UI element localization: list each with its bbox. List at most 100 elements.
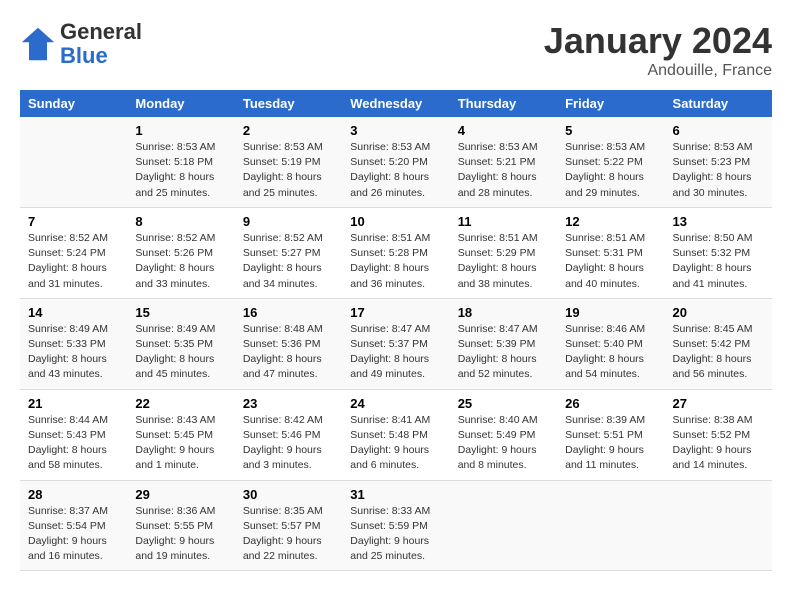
day-cell (557, 480, 664, 571)
column-header-friday: Friday (557, 90, 664, 117)
day-cell: 9Sunrise: 8:52 AM Sunset: 5:27 PM Daylig… (235, 207, 342, 298)
week-row-3: 14 Sunrise: 8:49 AM Sunset: 5:33 PM Dayli… (20, 298, 772, 389)
day-number: 31 (350, 487, 441, 502)
page-header: General Blue January 2024 Andouille, Fra… (20, 20, 772, 80)
day-info: Sunrise: 8:35 AM Sunset: 5:57 PM Dayligh… (243, 504, 334, 565)
day-number: 11 (458, 214, 549, 229)
day-number: 27 (673, 396, 764, 411)
day-number: 16 (243, 305, 334, 320)
day-info: Sunrise: 8:52 AM Sunset: 5:27 PM Dayligh… (243, 231, 334, 292)
day-number: 21 (28, 396, 119, 411)
day-number: 24 (350, 396, 441, 411)
day-number: 3 (350, 123, 441, 138)
day-number: 6 (673, 123, 764, 138)
month-title: January 2024 (544, 20, 772, 62)
day-info: Sunrise: 8:53 AM Sunset: 5:22 PM Dayligh… (565, 140, 656, 201)
week-row-2: 7 Sunrise: 8:52 AM Sunset: 5:24 PM Daylig… (20, 207, 772, 298)
day-info: Sunrise: 8:45 AM Sunset: 5:42 PM Dayligh… (673, 322, 764, 383)
day-cell: 13 Sunrise: 8:50 AM Sunset: 5:32 PM Dayli… (665, 207, 772, 298)
day-cell: 4 Sunrise: 8:53 AM Sunset: 5:21 PM Daylig… (450, 117, 557, 207)
day-info: Sunrise: 8:53 AM Sunset: 5:18 PM Dayligh… (135, 140, 226, 201)
day-info: Sunrise: 8:42 AM Sunset: 5:46 PM Dayligh… (243, 413, 334, 474)
day-info: Sunrise: 8:53 AM Sunset: 5:20 PM Dayligh… (350, 140, 441, 201)
day-info: Sunrise: 8:36 AM Sunset: 5:55 PM Dayligh… (135, 504, 226, 565)
day-cell: 8 Sunrise: 8:52 AM Sunset: 5:26 PM Daylig… (127, 207, 234, 298)
day-number: 4 (458, 123, 549, 138)
day-cell: 29 Sunrise: 8:36 AM Sunset: 5:55 PM Dayli… (127, 480, 234, 571)
day-info: Sunrise: 8:49 AM Sunset: 5:33 PM Dayligh… (28, 322, 119, 383)
day-cell: 1 Sunrise: 8:53 AM Sunset: 5:18 PM Daylig… (127, 117, 234, 207)
day-cell: 3 Sunrise: 8:53 AM Sunset: 5:20 PM Daylig… (342, 117, 449, 207)
day-info: Sunrise: 8:41 AM Sunset: 5:48 PM Dayligh… (350, 413, 441, 474)
day-info: Sunrise: 8:46 AM Sunset: 5:40 PM Dayligh… (565, 322, 656, 383)
day-number: 17 (350, 305, 441, 320)
day-cell (665, 480, 772, 571)
day-number: 10 (350, 214, 441, 229)
day-info: Sunrise: 8:51 AM Sunset: 5:31 PM Dayligh… (565, 231, 656, 292)
day-cell: 12 Sunrise: 8:51 AM Sunset: 5:31 PM Dayli… (557, 207, 664, 298)
day-cell: 28 Sunrise: 8:37 AM Sunset: 5:54 PM Dayli… (20, 480, 127, 571)
day-cell: 15Sunrise: 8:49 AM Sunset: 5:35 PM Dayli… (127, 298, 234, 389)
day-number: 29 (135, 487, 226, 502)
day-cell: 10 Sunrise: 8:51 AM Sunset: 5:28 PM Dayli… (342, 207, 449, 298)
day-number: 25 (458, 396, 549, 411)
logo-blue-text: Blue (60, 43, 108, 68)
logo: General Blue (20, 20, 142, 68)
day-number: 7 (28, 214, 119, 229)
day-cell: 6 Sunrise: 8:53 AM Sunset: 5:23 PM Daylig… (665, 117, 772, 207)
day-number: 15 (135, 305, 226, 320)
day-cell (20, 117, 127, 207)
day-cell: 31 Sunrise: 8:33 AM Sunset: 5:59 PM Dayli… (342, 480, 449, 571)
day-info: Sunrise: 8:43 AM Sunset: 5:45 PM Dayligh… (135, 413, 226, 474)
day-cell: 7 Sunrise: 8:52 AM Sunset: 5:24 PM Daylig… (20, 207, 127, 298)
day-cell (450, 480, 557, 571)
column-header-thursday: Thursday (450, 90, 557, 117)
calendar-table: SundayMondayTuesdayWednesdayThursdayFrid… (20, 90, 772, 571)
day-cell: 26Sunrise: 8:39 AM Sunset: 5:51 PM Dayli… (557, 389, 664, 480)
day-info: Sunrise: 8:52 AM Sunset: 5:26 PM Dayligh… (135, 231, 226, 292)
day-cell: 24 Sunrise: 8:41 AM Sunset: 5:48 PM Dayli… (342, 389, 449, 480)
day-info: Sunrise: 8:52 AM Sunset: 5:24 PM Dayligh… (28, 231, 119, 292)
header-row: SundayMondayTuesdayWednesdayThursdayFrid… (20, 90, 772, 117)
day-info: Sunrise: 8:50 AM Sunset: 5:32 PM Dayligh… (673, 231, 764, 292)
day-cell: 23 Sunrise: 8:42 AM Sunset: 5:46 PM Dayli… (235, 389, 342, 480)
day-number: 13 (673, 214, 764, 229)
day-cell: 14 Sunrise: 8:49 AM Sunset: 5:33 PM Dayli… (20, 298, 127, 389)
day-info: Sunrise: 8:51 AM Sunset: 5:29 PM Dayligh… (458, 231, 549, 292)
logo-general-text: General (60, 19, 142, 44)
day-info: Sunrise: 8:39 AM Sunset: 5:51 PM Dayligh… (565, 413, 656, 474)
day-info: Sunrise: 8:33 AM Sunset: 5:59 PM Dayligh… (350, 504, 441, 565)
logo-icon (20, 26, 56, 62)
calendar-body: 1 Sunrise: 8:53 AM Sunset: 5:18 PM Daylig… (20, 117, 772, 571)
column-header-wednesday: Wednesday (342, 90, 449, 117)
day-number: 5 (565, 123, 656, 138)
day-cell: 20Sunrise: 8:45 AM Sunset: 5:42 PM Dayli… (665, 298, 772, 389)
day-cell: 30 Sunrise: 8:35 AM Sunset: 5:57 PM Dayli… (235, 480, 342, 571)
column-header-monday: Monday (127, 90, 234, 117)
day-number: 1 (135, 123, 226, 138)
day-number: 28 (28, 487, 119, 502)
day-cell: 16Sunrise: 8:48 AM Sunset: 5:36 PM Dayli… (235, 298, 342, 389)
day-info: Sunrise: 8:37 AM Sunset: 5:54 PM Dayligh… (28, 504, 119, 565)
day-info: Sunrise: 8:53 AM Sunset: 5:21 PM Dayligh… (458, 140, 549, 201)
day-info: Sunrise: 8:44 AM Sunset: 5:43 PM Dayligh… (28, 413, 119, 474)
day-number: 19 (565, 305, 656, 320)
day-info: Sunrise: 8:53 AM Sunset: 5:19 PM Dayligh… (243, 140, 334, 201)
day-cell: 11 Sunrise: 8:51 AM Sunset: 5:29 PM Dayli… (450, 207, 557, 298)
column-header-tuesday: Tuesday (235, 90, 342, 117)
day-info: Sunrise: 8:38 AM Sunset: 5:52 PM Dayligh… (673, 413, 764, 474)
column-header-saturday: Saturday (665, 90, 772, 117)
day-cell: 18Sunrise: 8:47 AM Sunset: 5:39 PM Dayli… (450, 298, 557, 389)
day-number: 18 (458, 305, 549, 320)
location: Andouille, France (544, 62, 772, 80)
day-number: 30 (243, 487, 334, 502)
day-number: 23 (243, 396, 334, 411)
week-row-5: 28 Sunrise: 8:37 AM Sunset: 5:54 PM Dayli… (20, 480, 772, 571)
title-section: January 2024 Andouille, France (544, 20, 772, 80)
day-cell: 17Sunrise: 8:47 AM Sunset: 5:37 PM Dayli… (342, 298, 449, 389)
day-number: 12 (565, 214, 656, 229)
day-number: 14 (28, 305, 119, 320)
day-number: 8 (135, 214, 226, 229)
day-info: Sunrise: 8:51 AM Sunset: 5:28 PM Dayligh… (350, 231, 441, 292)
day-info: Sunrise: 8:53 AM Sunset: 5:23 PM Dayligh… (673, 140, 764, 201)
